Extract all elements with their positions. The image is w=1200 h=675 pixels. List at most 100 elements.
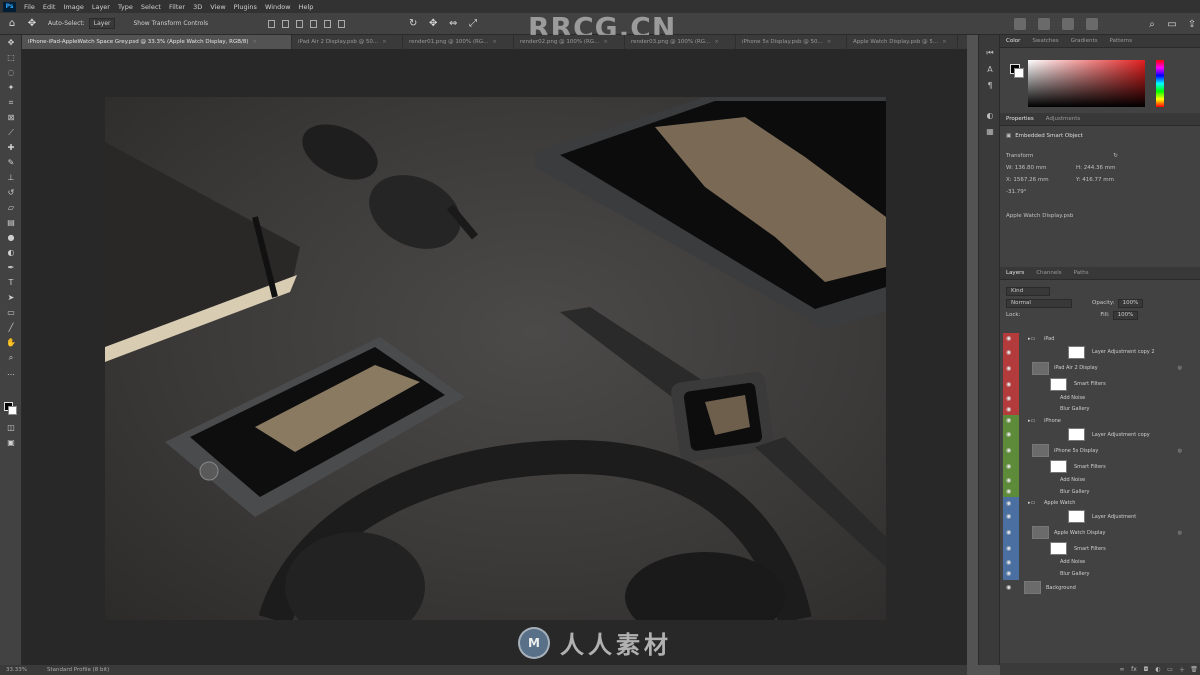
dodge-tool-icon[interactable]: ◐ xyxy=(0,245,22,260)
visibility-eye-icon[interactable]: ◉ xyxy=(1006,381,1011,388)
delete-layer-icon[interactable]: 🗑 xyxy=(1188,666,1200,673)
canvas-workspace[interactable] xyxy=(22,49,967,665)
pen-tool-icon[interactable]: ✒ xyxy=(0,260,22,275)
background-color-swatch[interactable] xyxy=(1014,68,1024,78)
move-tool-icon[interactable]: ✥ xyxy=(24,16,40,32)
close-icon[interactable]: × xyxy=(382,39,387,45)
angle-field[interactable]: -31.79° xyxy=(1006,189,1026,195)
tab-channels[interactable]: Channels xyxy=(1030,270,1067,276)
add-style-icon[interactable]: fx xyxy=(1128,666,1140,673)
layer-row[interactable]: ◉ Smart Filters xyxy=(1000,458,1200,475)
fill-input[interactable]: 100% xyxy=(1112,310,1139,320)
align-top-icon[interactable] xyxy=(310,19,318,28)
visibility-eye-icon[interactable]: ◉ xyxy=(1006,545,1011,552)
shape-tool-icon[interactable]: ▭ xyxy=(0,305,22,320)
visibility-eye-icon[interactable]: ◉ xyxy=(1006,584,1011,591)
visibility-eye-icon[interactable]: ◉ xyxy=(1006,395,1011,402)
y-field[interactable]: Y: 416.77 mm xyxy=(1076,177,1114,183)
smart-filter-icon[interactable]: ◎ xyxy=(1178,365,1182,371)
layer-row[interactable]: ◉ Background xyxy=(1000,580,1200,596)
menu-help[interactable]: Help xyxy=(295,3,318,11)
tab-document[interactable]: render01.png @ 100% (RG... × xyxy=(403,35,514,49)
close-icon[interactable]: × xyxy=(603,39,608,45)
smart-object-thumbnail[interactable] xyxy=(1032,361,1049,375)
auto-select-dropdown[interactable]: Layer xyxy=(88,18,116,29)
tab-document[interactable]: iPhone 5s Display.psb @ 50... × xyxy=(736,35,847,49)
tab-color[interactable]: Color xyxy=(1000,38,1026,44)
brush-preset-icon[interactable] xyxy=(1062,18,1074,30)
visibility-eye-icon[interactable]: ◉ xyxy=(1006,559,1011,566)
libraries-icon[interactable]: ▦ xyxy=(979,123,1001,139)
visibility-eye-icon[interactable]: ◉ xyxy=(1006,570,1011,577)
tab-document[interactable]: iPad Air 2 Display.psb @ 50... × xyxy=(292,35,403,49)
align-bottom-icon[interactable] xyxy=(338,19,346,28)
quick-mask-icon[interactable]: ◫ xyxy=(0,420,22,435)
tab-document[interactable]: iPhone-iPad-AppleWatch Space Grey.psd @ … xyxy=(22,35,292,49)
workspace-icon[interactable]: ▭ xyxy=(1164,16,1180,32)
paragraph-icon[interactable]: ¶ xyxy=(979,77,1001,93)
tab-document[interactable]: render03.png @ 100% (RG... × xyxy=(625,35,736,49)
layer-row[interactable]: ◉ ▸▭ iPad xyxy=(1000,333,1200,345)
character-icon[interactable]: A xyxy=(979,61,1001,77)
color-picker-field[interactable] xyxy=(1028,60,1145,107)
filter-mask-thumbnail[interactable] xyxy=(1050,460,1067,474)
height-field[interactable]: H: 244.36 mm xyxy=(1076,165,1115,171)
smart-filter-icon[interactable]: ◎ xyxy=(1178,530,1182,536)
scale-3d-icon[interactable]: ⤢ xyxy=(465,16,481,32)
hue-slider[interactable] xyxy=(1156,60,1164,107)
search-icon[interactable]: ⌕ xyxy=(1144,16,1160,32)
layer-row[interactable]: ◉ Apple Watch Display ◎ xyxy=(1000,524,1200,541)
auto-select-label[interactable]: Auto-Select: xyxy=(48,20,85,27)
eraser-icon[interactable]: ▱ xyxy=(0,200,22,215)
layer-row[interactable]: ◉ Smart Filters xyxy=(1000,376,1200,393)
type-tool-icon[interactable]: T xyxy=(0,275,22,290)
visibility-eye-icon[interactable]: ◉ xyxy=(1006,417,1011,424)
add-mask-icon[interactable]: ◘ xyxy=(1140,666,1152,673)
layer-row[interactable]: ◉ Layer Adjustment xyxy=(1000,508,1200,525)
menu-edit[interactable]: Edit xyxy=(39,3,60,11)
close-icon[interactable]: × xyxy=(714,39,719,45)
folder-icon[interactable]: ▸▭ xyxy=(1028,418,1035,424)
layer-row[interactable]: ◉ Layer Adjustment copy 2 xyxy=(1000,344,1200,361)
layer-row[interactable]: ◉ Add Noise xyxy=(1000,474,1200,486)
slide-3d-icon[interactable]: ⇔ xyxy=(445,16,461,32)
layer-row[interactable]: ◉ Blur Gallery xyxy=(1000,568,1200,580)
clone-stamp-icon[interactable]: ⊥ xyxy=(0,170,22,185)
visibility-eye-icon[interactable]: ◉ xyxy=(1006,529,1011,536)
filter-kind-select[interactable]: Kind xyxy=(1006,286,1050,296)
visibility-eye-icon[interactable]: ◉ xyxy=(1006,335,1011,342)
layer-row[interactable]: ◉ ▸▭ iPhone xyxy=(1000,415,1200,427)
background-color-swatch[interactable] xyxy=(8,406,17,415)
marquee-tool-icon[interactable]: ⬚ xyxy=(0,50,22,65)
background-thumbnail[interactable] xyxy=(1024,581,1041,595)
close-icon[interactable]: × xyxy=(253,39,258,45)
document-canvas[interactable] xyxy=(105,97,886,620)
visibility-eye-icon[interactable]: ◉ xyxy=(1006,488,1011,495)
align-left-icon[interactable] xyxy=(268,19,276,28)
menu-file[interactable]: File xyxy=(20,3,39,11)
brush-tool-icon[interactable]: ✎ xyxy=(0,155,22,170)
tab-paths[interactable]: Paths xyxy=(1068,270,1095,276)
smart-filter-icon[interactable]: ◎ xyxy=(1178,448,1182,454)
tab-properties[interactable]: Properties xyxy=(1000,116,1040,122)
visibility-eye-icon[interactable]: ◉ xyxy=(1006,349,1011,356)
more-tools-icon[interactable]: … xyxy=(0,365,22,380)
move-tool-icon[interactable]: ✥ xyxy=(0,35,22,50)
layer-row[interactable]: ◉ Add Noise xyxy=(1000,392,1200,404)
pan-3d-icon[interactable]: ✥ xyxy=(425,16,441,32)
menu-layer[interactable]: Layer xyxy=(88,3,114,11)
close-icon[interactable]: × xyxy=(492,39,497,45)
layer-row[interactable]: ◉ Layer Adjustment copy xyxy=(1000,426,1200,443)
screen-mode-icon[interactable]: ▣ xyxy=(0,435,22,450)
visibility-eye-icon[interactable]: ◉ xyxy=(1006,447,1011,454)
filter-mask-thumbnail[interactable] xyxy=(1050,377,1067,391)
close-icon[interactable]: × xyxy=(942,39,947,45)
link-layers-icon[interactable]: ∞ xyxy=(1116,666,1128,673)
visibility-eye-icon[interactable]: ◉ xyxy=(1006,463,1011,470)
visibility-eye-icon[interactable]: ◉ xyxy=(1006,513,1011,520)
filter-mask-thumbnail[interactable] xyxy=(1050,542,1067,556)
tab-patterns[interactable]: Patterns xyxy=(1103,38,1138,44)
opacity-input[interactable]: 100% xyxy=(1117,298,1144,308)
folder-icon[interactable]: ▸▭ xyxy=(1028,336,1035,342)
visibility-eye-icon[interactable]: ◉ xyxy=(1006,477,1011,484)
